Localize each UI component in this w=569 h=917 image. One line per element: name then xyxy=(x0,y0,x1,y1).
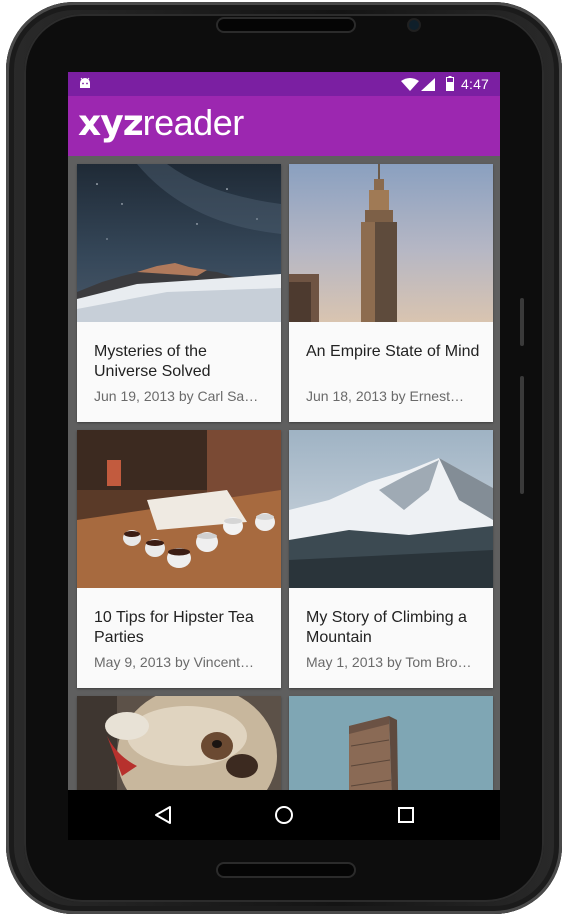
logo-reader: reader xyxy=(142,102,245,143)
android-icon xyxy=(80,77,90,88)
article-card[interactable]: An Empire State of Mind Jun 18, 2013 by … xyxy=(289,164,493,422)
article-image-bulldog xyxy=(77,696,281,790)
article-card[interactable]: 10 Tips for Hipster Tea Parties May 9, 2… xyxy=(77,430,281,688)
top-speaker xyxy=(218,19,354,31)
article-image-tea-cups xyxy=(77,430,281,588)
system-nav-bar xyxy=(68,790,500,840)
article-title: My Story of Climbing a Mountain xyxy=(306,609,467,646)
volume-button xyxy=(520,376,524,494)
app-logo: xyz reader xyxy=(78,102,244,146)
article-card[interactable] xyxy=(77,696,281,790)
article-meta: May 9, 2013 by Vincent… xyxy=(94,654,255,670)
article-title: 10 Tips for Hipster Tea Parties xyxy=(94,609,254,646)
article-card[interactable] xyxy=(289,696,493,790)
signal-icon xyxy=(421,78,435,91)
article-title: An Empire State of Mind xyxy=(306,343,480,360)
logo-xyz: xyz xyxy=(78,103,144,144)
wifi-icon xyxy=(401,78,419,91)
app-bar: xyz reader xyxy=(68,96,500,156)
power-button xyxy=(520,298,524,346)
status-bar: 4:47 xyxy=(68,72,500,96)
back-icon[interactable] xyxy=(150,802,176,828)
article-image-flatiron xyxy=(289,696,493,790)
screen: 4:47 xyz reader Mysteries of the Univers… xyxy=(68,72,500,840)
front-camera xyxy=(409,20,419,30)
clock: 4:47 xyxy=(461,76,490,92)
article-grid[interactable]: Mysteries of the Universe Solved Jun 19,… xyxy=(68,156,500,790)
recents-icon[interactable] xyxy=(393,802,419,828)
article-card[interactable]: My Story of Climbing a Mountain May 1, 2… xyxy=(289,430,493,688)
article-title: Mysteries of the Universe Solved xyxy=(94,343,211,380)
article-meta: Jun 18, 2013 by Ernest… xyxy=(306,388,464,404)
article-meta: Jun 19, 2013 by Carl Sa… xyxy=(94,388,259,404)
article-card[interactable]: Mysteries of the Universe Solved Jun 19,… xyxy=(77,164,281,422)
article-image-night-sky xyxy=(77,164,281,322)
article-image-empire-state xyxy=(289,164,493,322)
bottom-speaker xyxy=(218,864,354,876)
home-icon[interactable] xyxy=(271,802,297,828)
battery-icon xyxy=(446,76,454,91)
article-image-snowy-mountain xyxy=(289,430,493,588)
article-meta: May 1, 2013 by Tom Bro… xyxy=(306,654,472,670)
